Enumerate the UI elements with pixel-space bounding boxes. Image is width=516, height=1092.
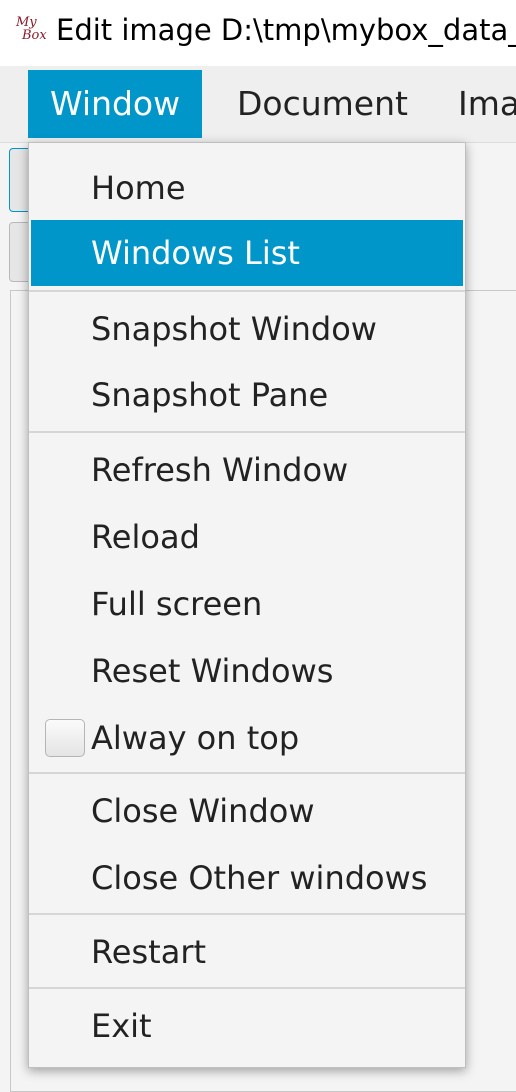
menu-item-label: Close Other windows <box>91 859 428 897</box>
app-logo-icon: My Box <box>16 16 48 48</box>
menu-item-label: Snapshot Window <box>91 310 377 348</box>
menu-separator <box>29 913 465 915</box>
menu-bar: Window Document Ima <box>0 66 516 143</box>
app-logo-text-bottom: Box <box>22 28 47 43</box>
menu-item-label: Restart <box>91 933 207 971</box>
menu-item-reset-windows[interactable]: Reset Windows <box>31 638 463 704</box>
menu-item-refresh-window[interactable]: Refresh Window <box>31 437 463 503</box>
menu-item-label: Home <box>91 169 186 207</box>
menu-item-label: Refresh Window <box>91 451 349 489</box>
menu-item-reload[interactable]: Reload <box>31 504 463 570</box>
menu-item-label: Reset Windows <box>91 652 334 690</box>
menu-item-close-window[interactable]: Close Window <box>31 778 463 844</box>
menu-item-close-other-windows[interactable]: Close Other windows <box>31 845 463 911</box>
always-on-top-checkbox[interactable] <box>45 719 85 757</box>
menu-item-exit[interactable]: Exit <box>31 993 463 1059</box>
menu-item-label: Full screen <box>91 585 263 623</box>
menu-item-full-screen[interactable]: Full screen <box>31 571 463 637</box>
menu-item-label: Close Window <box>91 792 315 830</box>
menu-item-home[interactable]: Home <box>31 155 463 221</box>
menu-item-label: Alway on top <box>91 719 300 757</box>
menu-separator <box>29 987 465 989</box>
menu-separator <box>29 431 465 433</box>
menu-item-label: Snapshot Pane <box>91 376 329 414</box>
menu-image[interactable]: Ima <box>436 70 516 138</box>
menu-item-label: Reload <box>91 518 200 556</box>
window-title: Edit image D:\tmp\mybox_data_v6.7 <box>56 13 516 47</box>
menu-item-always-on-top[interactable]: Alway on top <box>31 705 463 771</box>
menu-item-snapshot-pane[interactable]: Snapshot Pane <box>31 362 463 428</box>
title-bar: My Box Edit image D:\tmp\mybox_data_v6.7 <box>0 0 516 66</box>
menu-item-label: Exit <box>91 1007 152 1045</box>
window-menu-dropdown: Home Windows List Snapshot Window Snapsh… <box>28 142 466 1068</box>
menu-item-windows-list[interactable]: Windows List <box>31 220 463 286</box>
menu-item-label: Windows List <box>91 234 300 272</box>
menu-item-restart[interactable]: Restart <box>31 919 463 985</box>
menu-document[interactable]: Document <box>215 70 430 138</box>
menu-separator <box>29 772 465 774</box>
menu-separator <box>29 290 465 292</box>
menu-item-snapshot-window[interactable]: Snapshot Window <box>31 296 463 362</box>
menu-window[interactable]: Window <box>28 70 203 138</box>
